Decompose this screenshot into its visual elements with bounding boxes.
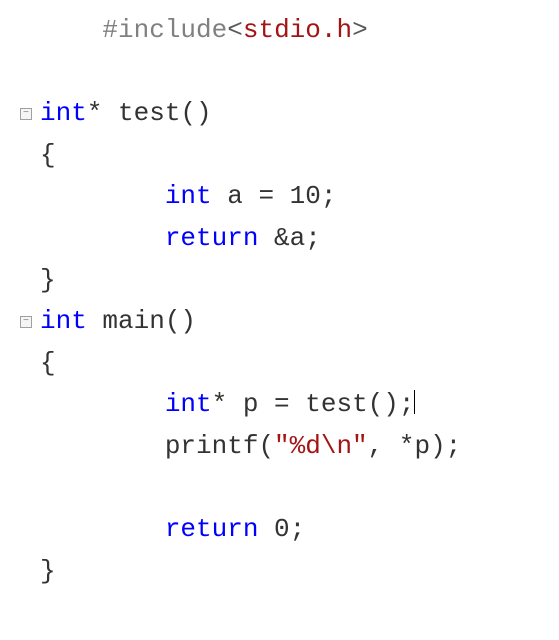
code-line-text: int* p = test(); <box>10 384 415 426</box>
token-include-keyword: #include <box>102 15 227 45</box>
code-line-text: { <box>10 135 56 177</box>
token-plain: printf( <box>165 431 274 461</box>
code-line-text: return &a; <box>10 218 321 260</box>
code-line[interactable]: −int* test() <box>10 93 559 135</box>
code-line[interactable]: } <box>10 260 559 302</box>
code-line-text: } <box>10 551 56 593</box>
token-keyword: return <box>165 223 259 253</box>
code-line[interactable]: int* p = test(); <box>10 384 559 426</box>
code-line-text: { <box>10 343 56 385</box>
code-line[interactable] <box>10 468 559 510</box>
token-angle: > <box>352 15 368 45</box>
token-plain: * p = test(); <box>212 389 415 419</box>
token-keyword: int <box>165 389 212 419</box>
code-line-text: int* test() <box>10 93 212 135</box>
token-plain: } <box>40 556 56 586</box>
token-plain: } <box>40 265 56 295</box>
code-line-text <box>10 52 56 94</box>
text-cursor <box>414 390 415 414</box>
token-plain: &a; <box>258 223 320 253</box>
token-keyword: return <box>165 514 259 544</box>
code-line-text: printf("%d\n", *p); <box>10 426 461 468</box>
code-line-text: int main() <box>10 301 196 343</box>
token-keyword: int <box>165 181 212 211</box>
code-line[interactable]: return &a; <box>10 218 559 260</box>
token-header: stdio.h <box>243 15 352 45</box>
code-line[interactable]: { <box>10 343 559 385</box>
code-line-text: int a = 10; <box>10 176 336 218</box>
token-plain: * test() <box>87 98 212 128</box>
code-line[interactable]: int a = 10; <box>10 176 559 218</box>
token-angle: < <box>227 15 243 45</box>
code-line-text: } <box>10 260 56 302</box>
fold-toggle-icon[interactable]: − <box>20 316 32 328</box>
code-editor[interactable]: #include<stdio.h> −int* test(){ int a = … <box>10 10 559 592</box>
token-keyword: int <box>40 306 87 336</box>
token-plain: , *p); <box>368 431 462 461</box>
token-keyword: int <box>40 98 87 128</box>
token-plain: { <box>40 140 56 170</box>
code-line[interactable]: −int main() <box>10 301 559 343</box>
code-line[interactable]: printf("%d\n", *p); <box>10 426 559 468</box>
code-line[interactable]: #include<stdio.h> <box>10 10 559 52</box>
code-line-text: return 0; <box>10 509 305 551</box>
fold-toggle-icon[interactable]: − <box>20 108 32 120</box>
code-line-text: #include<stdio.h> <box>10 10 368 52</box>
code-line-text <box>10 468 56 510</box>
token-plain: { <box>40 348 56 378</box>
token-plain: main() <box>87 306 196 336</box>
token-plain: 0; <box>258 514 305 544</box>
token-plain: a = 10; <box>212 181 337 211</box>
code-line[interactable] <box>10 52 559 94</box>
code-line[interactable]: return 0; <box>10 509 559 551</box>
token-string: "%d\n" <box>274 431 368 461</box>
code-line[interactable]: } <box>10 551 559 593</box>
code-line[interactable]: { <box>10 135 559 177</box>
